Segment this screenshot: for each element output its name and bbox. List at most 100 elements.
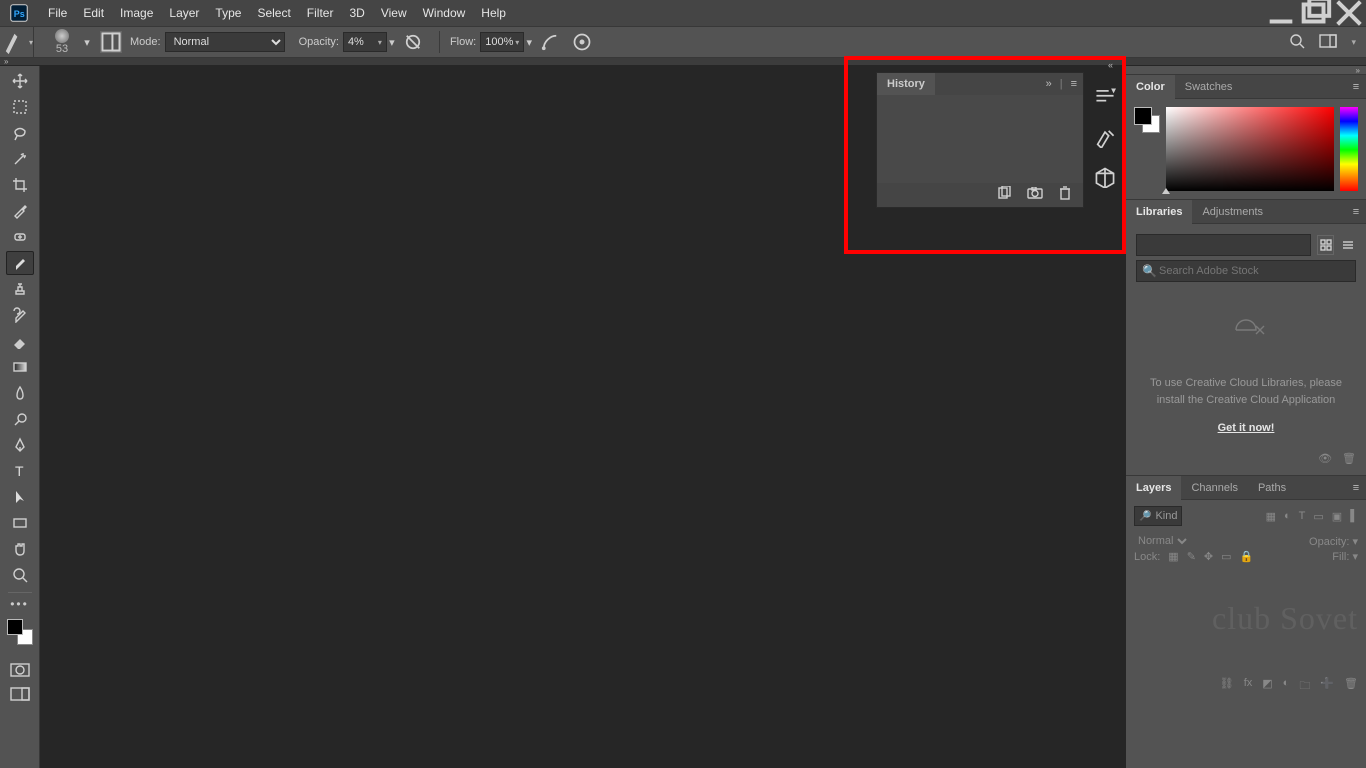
tab-history[interactable]: History	[877, 73, 935, 95]
tab-color[interactable]: Color	[1126, 75, 1175, 99]
screen-mode-tool-icon[interactable]	[10, 687, 30, 701]
brush-panel-toggle-icon[interactable]	[100, 31, 122, 53]
move-tool[interactable]	[6, 69, 34, 93]
layer-fill-input[interactable]: ▾	[1352, 551, 1358, 563]
edit-toolbar-icon[interactable]: •••	[10, 597, 29, 611]
tab-layers[interactable]: Layers	[1126, 476, 1181, 500]
new-layer-icon[interactable]: ➕	[1320, 677, 1334, 696]
library-picker-dropdown[interactable]	[1136, 234, 1311, 256]
opacity-input[interactable]: 4%▾	[343, 32, 387, 52]
blend-mode-select[interactable]: Normal	[165, 32, 285, 52]
current-tool-icon[interactable]: ▾	[0, 26, 34, 58]
tab-adjustments[interactable]: Adjustments	[1192, 200, 1273, 224]
fx-icon[interactable]: fx	[1244, 677, 1253, 696]
layer-filter-kind[interactable]: 🔎Kind	[1134, 506, 1182, 526]
lasso-tool[interactable]	[6, 121, 34, 145]
menu-layer[interactable]: Layer	[161, 0, 207, 26]
new-document-from-state-icon[interactable]	[997, 186, 1011, 205]
layer-blend-select[interactable]: Normal	[1134, 532, 1190, 550]
history-panel-menu-icon[interactable]: ≡	[1071, 78, 1077, 90]
brush-tool[interactable]	[6, 251, 34, 275]
link-layers-icon[interactable]: ⛓	[1220, 677, 1234, 696]
eyedropper-tool[interactable]	[6, 199, 34, 223]
brush-dropdown-icon[interactable]: ▾	[82, 36, 92, 49]
spot-heal-tool[interactable]	[6, 225, 34, 249]
3d-panel-icon[interactable]	[1094, 166, 1116, 188]
menu-view[interactable]: View	[373, 0, 415, 26]
layer-opacity-input[interactable]: ▾	[1352, 536, 1358, 548]
trash-icon[interactable]: 🗑	[1342, 452, 1356, 465]
flow-flyout-icon[interactable]: ▾	[524, 36, 534, 49]
menu-image[interactable]: Image	[112, 0, 161, 26]
menu-window[interactable]: Window	[415, 0, 474, 26]
grid-view-icon[interactable]	[1317, 235, 1333, 255]
eraser-tool[interactable]	[6, 329, 34, 353]
lock-all-icon[interactable]: 🔒	[1240, 550, 1254, 563]
window-close-icon[interactable]	[1332, 0, 1366, 26]
quick-mask-icon[interactable]	[10, 663, 30, 677]
color-panel-menu-icon[interactable]: ≡	[1346, 81, 1366, 93]
search-stock-input[interactable]	[1136, 260, 1356, 282]
pressure-size-icon[interactable]	[572, 32, 592, 52]
rectangle-tool[interactable]	[6, 511, 34, 535]
filter-toggle-icon[interactable]: ▌	[1350, 510, 1358, 523]
menu-file[interactable]: File	[40, 0, 75, 26]
color-fgbg[interactable]	[1134, 107, 1160, 191]
delete-state-icon[interactable]	[1059, 186, 1071, 205]
libraries-panel-menu-icon[interactable]: ≡	[1346, 206, 1366, 218]
filter-pixel-icon[interactable]: ▦	[1266, 510, 1276, 523]
window-minimize-icon[interactable]	[1264, 0, 1298, 26]
tab-swatches[interactable]: Swatches	[1175, 75, 1243, 99]
screen-mode-dropdown-icon[interactable]: ▾	[1351, 37, 1356, 48]
group-icon[interactable]: 🗀	[1299, 677, 1310, 696]
expand-minidock-icon[interactable]: «	[1108, 60, 1113, 70]
search-icon[interactable]	[1289, 33, 1305, 52]
lock-pos-icon[interactable]: ✥	[1204, 550, 1213, 563]
flow-input[interactable]: 100%▾	[480, 32, 524, 52]
mask-icon[interactable]: ◩	[1262, 677, 1272, 696]
screen-mode-icon[interactable]	[1319, 34, 1337, 51]
lock-paint-icon[interactable]: ✎	[1187, 550, 1196, 563]
history-brush-tool[interactable]	[6, 303, 34, 327]
gradient-tool[interactable]	[6, 355, 34, 379]
menu-type[interactable]: Type	[207, 0, 249, 26]
hue-slider[interactable]	[1340, 107, 1358, 191]
menu-help[interactable]: Help	[473, 0, 514, 26]
color-swatches[interactable]	[7, 619, 33, 645]
color-field-picker[interactable]	[1166, 107, 1334, 191]
lock-transp-icon[interactable]: ▦	[1168, 550, 1178, 563]
tab-channels[interactable]: Channels	[1181, 476, 1247, 500]
marquee-tool[interactable]	[6, 95, 34, 119]
snapshot-icon[interactable]	[1027, 186, 1043, 204]
tab-paths[interactable]: Paths	[1248, 476, 1296, 500]
collapse-history-icon[interactable]: »	[1046, 78, 1052, 90]
expand-toolbar-icon[interactable]: »	[4, 57, 8, 66]
menu-select[interactable]: Select	[249, 0, 298, 26]
filter-smart-icon[interactable]: ▣	[1332, 510, 1342, 523]
menu-edit[interactable]: Edit	[75, 0, 112, 26]
airbrush-icon[interactable]	[540, 32, 560, 52]
magic-wand-tool[interactable]	[6, 147, 34, 171]
adjustment-layer-icon[interactable]: ◐	[1283, 677, 1290, 696]
layers-panel-menu-icon[interactable]: ≡	[1346, 482, 1366, 494]
paragraph-panel-icon[interactable]	[1094, 86, 1116, 108]
collapse-dock-icon[interactable]: »	[1356, 66, 1360, 74]
clone-stamp-tool[interactable]	[6, 277, 34, 301]
filter-shape-icon[interactable]: ▭	[1313, 510, 1323, 523]
pressure-opacity-icon[interactable]	[403, 32, 423, 52]
foreground-color-icon[interactable]	[7, 619, 23, 635]
path-select-tool[interactable]	[6, 485, 34, 509]
dodge-tool[interactable]	[6, 407, 34, 431]
document-tab-strip[interactable]: »	[0, 58, 1366, 66]
crop-tool[interactable]	[6, 173, 34, 197]
brush-settings-panel-icon[interactable]	[1094, 126, 1116, 148]
lock-artboard-icon[interactable]: ▭	[1221, 550, 1231, 563]
zoom-tool[interactable]	[6, 563, 34, 587]
cloud-sync-icon[interactable]: 👁	[1318, 452, 1332, 465]
filter-type-icon[interactable]: T	[1299, 510, 1306, 523]
menu-3d[interactable]: 3D	[341, 0, 372, 26]
menu-filter[interactable]: Filter	[299, 0, 342, 26]
opacity-flyout-icon[interactable]: ▾	[387, 36, 397, 49]
delete-layer-icon[interactable]: 🗑	[1344, 677, 1358, 696]
list-view-icon[interactable]	[1340, 235, 1356, 255]
